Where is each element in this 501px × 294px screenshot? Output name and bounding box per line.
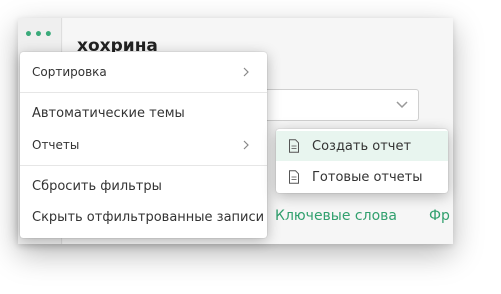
tab-keywords[interactable]: Ключевые слова (275, 208, 397, 224)
submenu-item-ready-reports[interactable]: Готовые отчеты (276, 162, 448, 192)
menu-item-reports[interactable]: Отчеты (20, 130, 267, 160)
menu-item-hide-filtered[interactable]: Скрыть отфильтрованные записи (20, 202, 267, 232)
menu-divider (20, 92, 267, 93)
submenu-item-label: Создать отчет (312, 138, 412, 154)
screenshot-stage: ••• хохрина Ключевые слова Фр Сортировка… (0, 0, 501, 294)
submenu-item-create-report[interactable]: Создать отчет (276, 131, 448, 161)
chevron-right-icon (243, 140, 249, 150)
context-menu: Сортировка Автоматические темы Отчеты Сб… (20, 52, 267, 238)
menu-item-label: Сбросить фильтры (32, 178, 162, 194)
dropdown-select[interactable] (253, 89, 419, 121)
menu-item-label: Скрыть отфильтрованные записи (32, 209, 265, 225)
menu-item-label: Сортировка (32, 65, 107, 79)
menu-divider (20, 165, 267, 166)
chevron-down-icon (396, 101, 408, 109)
menu-item-label: Автоматические темы (32, 105, 185, 121)
more-dots-icon[interactable]: ••• (24, 28, 54, 42)
document-icon (289, 170, 299, 184)
document-icon (289, 139, 299, 153)
menu-item-reset-filters[interactable]: Сбросить фильтры (20, 171, 267, 201)
submenu-item-label: Готовые отчеты (312, 169, 423, 185)
menu-item-sort[interactable]: Сортировка (20, 57, 267, 87)
tab-phrases[interactable]: Фр (429, 208, 450, 224)
chevron-right-icon (243, 67, 249, 77)
menu-item-label: Отчеты (32, 138, 80, 152)
menu-item-auto-topics[interactable]: Автоматические темы (20, 98, 267, 128)
reports-submenu: Создать отчет Готовые отчеты (276, 129, 448, 193)
